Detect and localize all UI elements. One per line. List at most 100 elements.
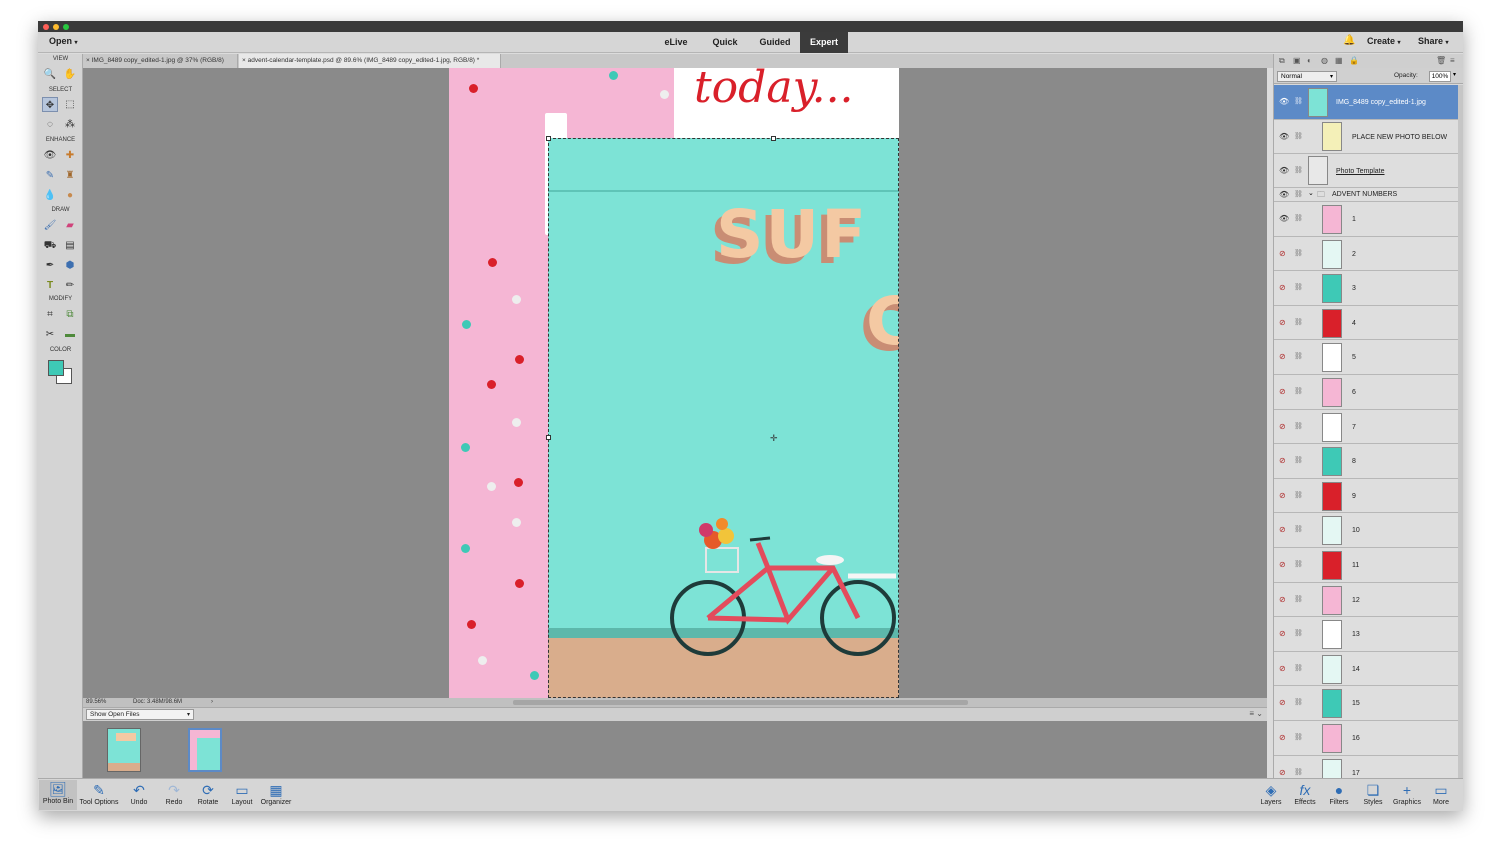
group-expand-chevron-icon[interactable]: ⌄ bbox=[1308, 189, 1314, 197]
link-icon[interactable]: ⛓ bbox=[1294, 525, 1303, 533]
lock-transparent-icon[interactable]: ▦ bbox=[1335, 56, 1343, 65]
layer-group-row[interactable]: 👁 ⛓ ⌄ 🗀 ADVENT NUMBERS bbox=[1274, 188, 1458, 202]
layer-row[interactable]: ⊘ ⛓ 15 bbox=[1274, 686, 1458, 721]
layer-row[interactable]: ⊘ ⛓ 2 bbox=[1274, 236, 1458, 272]
link-icon[interactable]: ⛓ bbox=[1294, 456, 1303, 464]
link-icon[interactable]: ⛓ bbox=[1294, 595, 1303, 603]
panel-menu-icon[interactable]: ≡ bbox=[1450, 56, 1455, 65]
open-menu-button[interactable]: Open ▾ bbox=[49, 36, 78, 46]
link-icon[interactable]: ⛓ bbox=[1294, 166, 1303, 174]
status-menu-arrow-icon[interactable]: › bbox=[211, 698, 213, 707]
layer-row[interactable]: ⊘ ⛓ 5 bbox=[1274, 340, 1458, 375]
layer-name[interactable]: 9 bbox=[1352, 493, 1356, 500]
rotate-button[interactable]: ⟳ Rotate bbox=[189, 781, 227, 806]
sponge-tool-icon[interactable]: ● bbox=[62, 188, 78, 203]
tab-elive[interactable]: eLive bbox=[656, 32, 696, 53]
link-icon[interactable]: ⛓ bbox=[1294, 698, 1303, 706]
link-icon[interactable]: ⛓ bbox=[1294, 491, 1303, 499]
transform-handle[interactable] bbox=[771, 136, 776, 141]
eye-hidden-icon[interactable]: ⊘ bbox=[1279, 560, 1286, 569]
minimize-window-button[interactable] bbox=[53, 24, 59, 30]
eraser-tool-icon[interactable]: ▰ bbox=[62, 218, 78, 233]
layer-name[interactable]: 12 bbox=[1352, 597, 1360, 604]
shape-tool-icon[interactable]: ⬢ bbox=[62, 258, 78, 273]
link-icon[interactable]: ⛓ bbox=[1294, 422, 1303, 430]
eye-hidden-icon[interactable]: ⊘ bbox=[1279, 422, 1286, 431]
redo-button[interactable]: ↷ Redo bbox=[155, 781, 193, 806]
close-window-button[interactable] bbox=[43, 24, 49, 30]
canvas-area[interactable]: today... SUF C ✛ bbox=[83, 68, 1267, 698]
layer-name[interactable]: 1 bbox=[1352, 216, 1356, 223]
layer-row[interactable]: ⊘ ⛓ 7 bbox=[1274, 409, 1458, 445]
layer-name[interactable]: 6 bbox=[1352, 389, 1356, 396]
blur-tool-icon[interactable]: 💧 bbox=[42, 188, 58, 203]
layer-row[interactable]: ⊘ ⛓ 4 bbox=[1274, 305, 1458, 341]
layer-row[interactable]: ⊘ ⛓ 9 bbox=[1274, 478, 1458, 514]
horizontal-scrollbar[interactable] bbox=[513, 700, 968, 705]
eyedropper-tool-icon[interactable]: ✒ bbox=[42, 258, 58, 273]
eye-hidden-icon[interactable]: ⊘ bbox=[1279, 768, 1286, 777]
layer-mask-icon[interactable]: ◍ bbox=[1321, 56, 1328, 65]
lasso-tool-icon[interactable]: ◌ bbox=[42, 117, 58, 132]
eye-hidden-icon[interactable]: ⊘ bbox=[1279, 664, 1286, 673]
eye-hidden-icon[interactable]: ⊘ bbox=[1279, 456, 1286, 465]
paint-bucket-tool-icon[interactable]: ⛟ bbox=[42, 238, 58, 253]
panel-menu-icon[interactable]: ≡ ⌄ bbox=[1249, 709, 1263, 718]
eye-hidden-icon[interactable]: ⊘ bbox=[1279, 491, 1286, 500]
layer-row[interactable]: 👁 ⛓ 1 bbox=[1274, 202, 1458, 237]
layer-name[interactable]: 13 bbox=[1352, 631, 1360, 638]
layers-scrollbar[interactable] bbox=[1458, 85, 1463, 778]
transform-handle[interactable] bbox=[546, 136, 551, 141]
reference-point-icon[interactable]: ✛ bbox=[770, 433, 778, 444]
layer-name[interactable]: 10 bbox=[1352, 527, 1360, 534]
create-menu-button[interactable]: Create ▾ bbox=[1367, 36, 1401, 46]
gradient-tool-icon[interactable]: ▤ bbox=[62, 238, 78, 253]
layer-row[interactable]: ⊘ ⛓ 11 bbox=[1274, 547, 1458, 583]
eye-icon[interactable]: 👁 bbox=[1279, 214, 1289, 223]
layer-row[interactable]: 👁 ⛓ Photo Template bbox=[1274, 154, 1458, 188]
eye-hidden-icon[interactable]: ⊘ bbox=[1279, 698, 1286, 707]
opacity-field[interactable]: 100% bbox=[1429, 71, 1451, 82]
tool-options-button[interactable]: ✎ Tool Options bbox=[78, 781, 120, 806]
graphics-panel-button[interactable]: + Graphics bbox=[1388, 781, 1426, 806]
eye-hidden-icon[interactable]: ⊘ bbox=[1279, 629, 1286, 638]
photo-bin-button[interactable]: 🖼 Photo Bin bbox=[39, 780, 77, 810]
layer-row[interactable]: ⊘ ⛓ 16 bbox=[1274, 720, 1458, 756]
layer-row[interactable]: ⊘ ⛓ 3 bbox=[1274, 271, 1458, 306]
layer-name[interactable]: IMG_8489 copy_edited-1.jpg bbox=[1336, 99, 1426, 106]
eye-icon[interactable]: 👁 bbox=[1279, 97, 1289, 106]
layer-row[interactable]: 👁 ⛓ PLACE NEW PHOTO BELOW bbox=[1274, 120, 1458, 154]
notification-bell-icon[interactable]: 🔔 bbox=[1343, 35, 1355, 46]
layer-row[interactable]: ⊘ ⛓ 17 bbox=[1274, 755, 1458, 778]
layer-name[interactable]: 16 bbox=[1352, 735, 1360, 742]
layer-name[interactable]: 17 bbox=[1352, 770, 1360, 777]
eye-hidden-icon[interactable]: ⊘ bbox=[1279, 318, 1286, 327]
link-icon[interactable]: ⛓ bbox=[1294, 249, 1303, 257]
eye-hidden-icon[interactable]: ⊘ bbox=[1279, 387, 1286, 396]
pencil-tool-icon[interactable]: ✏ bbox=[62, 278, 78, 293]
blend-mode-select[interactable]: Normal ▾ bbox=[1277, 71, 1337, 82]
eye-icon[interactable]: 👁 bbox=[1279, 132, 1289, 141]
eye-hidden-icon[interactable]: ⊘ bbox=[1279, 249, 1286, 258]
link-icon[interactable]: ⛓ bbox=[1294, 733, 1303, 741]
new-layer-icon[interactable]: ⧉ bbox=[1279, 56, 1285, 66]
link-icon[interactable]: ⛓ bbox=[1294, 560, 1303, 568]
layer-row[interactable]: ⊘ ⛓ 8 bbox=[1274, 444, 1458, 479]
clone-stamp-tool-icon[interactable]: ♜ bbox=[62, 168, 78, 183]
eye-hidden-icon[interactable]: ⊘ bbox=[1279, 595, 1286, 604]
brush-tool-icon[interactable]: 🖌 bbox=[42, 218, 58, 233]
type-tool-icon[interactable]: T bbox=[42, 278, 58, 293]
marquee-tool-icon[interactable]: ⬚ bbox=[62, 97, 78, 112]
layer-name[interactable]: 3 bbox=[1352, 285, 1356, 292]
crop-tool-icon[interactable]: ⌗ bbox=[42, 307, 58, 322]
layer-row[interactable]: 👁 ⛓ IMG_8489 copy_edited-1.jpg bbox=[1274, 85, 1458, 120]
content-aware-move-tool-icon[interactable]: ✂ bbox=[42, 327, 58, 342]
lock-icon[interactable]: 🔒 bbox=[1349, 56, 1359, 65]
organizer-button[interactable]: ▦ Organizer bbox=[257, 781, 295, 806]
layer-name[interactable]: 14 bbox=[1352, 666, 1360, 673]
adjustment-layer-icon[interactable]: ◐ bbox=[1307, 56, 1312, 65]
layer-name[interactable]: 7 bbox=[1352, 424, 1356, 431]
zoom-window-button[interactable] bbox=[63, 24, 69, 30]
eye-hidden-icon[interactable]: ⊘ bbox=[1279, 283, 1286, 292]
smart-brush-tool-icon[interactable]: ✎ bbox=[42, 168, 58, 183]
